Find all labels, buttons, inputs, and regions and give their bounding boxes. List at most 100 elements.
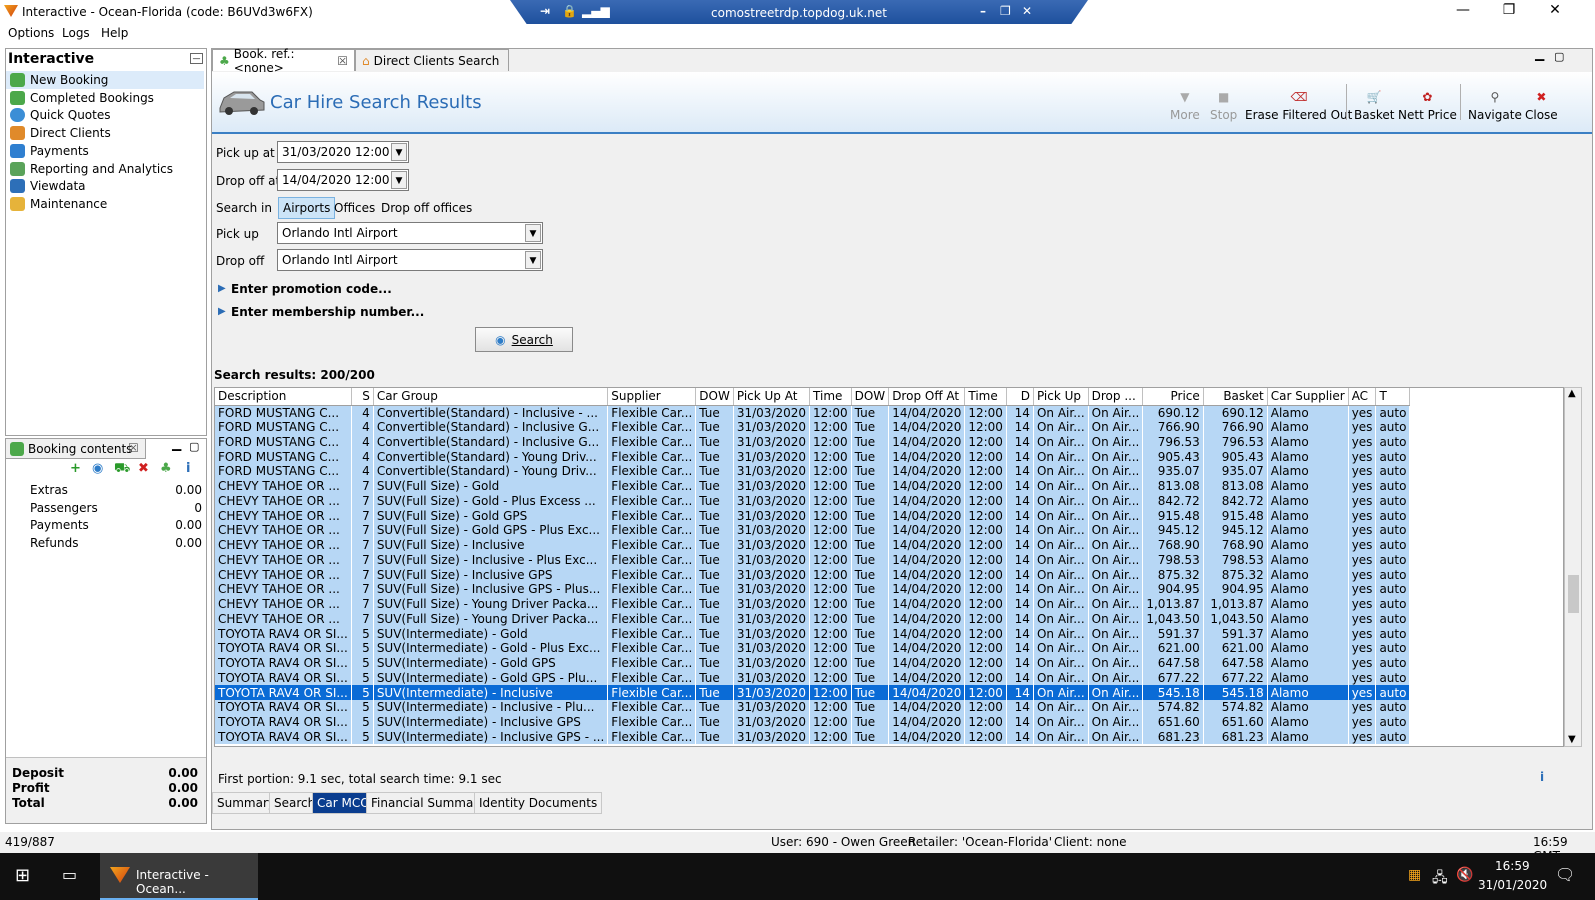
close-tab-icon[interactable]: ☒ — [128, 441, 139, 455]
nav-direct-clients[interactable]: Direct Clients — [10, 124, 111, 141]
globe-icon[interactable]: ◉ — [92, 461, 103, 476]
more-button[interactable]: ▼ More — [1170, 90, 1200, 122]
table-row[interactable]: CHEVY TAHOE OR ... 7 SUV(Full Size) - Incl… — [215, 582, 1411, 597]
table-row[interactable]: TOYOTA RAV4 OR SI... 5 SUV(Intermediate) -… — [215, 641, 1411, 656]
column-header[interactable]: Price — [1142, 388, 1204, 406]
rdp-close-icon[interactable]: ✕ — [1022, 4, 1032, 18]
table-row[interactable]: FORD MUSTANG C... 4 Convertible(Standard) … — [215, 464, 1411, 479]
minimize-icon[interactable]: — — [1440, 2, 1486, 18]
table-row[interactable]: CHEVY TAHOE OR ... 7 SUV(Full Size) - Youn… — [215, 596, 1411, 612]
column-header[interactable]: Description — [215, 388, 352, 406]
column-header[interactable]: Drop Off At — [888, 388, 966, 406]
rdp-restore-icon[interactable]: ❐ — [1000, 4, 1011, 18]
column-header[interactable]: AC — [1348, 388, 1377, 406]
table-row[interactable]: FORD MUSTANG C... 4 Convertible(Standard) … — [215, 419, 1411, 435]
dropoff-location-select[interactable]: Orlando Intl Airport ▼ — [277, 249, 543, 271]
close-tab-icon[interactable]: ☒ — [337, 54, 348, 68]
palm-tree-icon[interactable]: ♣ — [160, 461, 172, 476]
table-row[interactable]: CHEVY TAHOE OR ... 7 SUV(Full Size) - Youn… — [215, 611, 1411, 627]
table-row[interactable]: CHEVY TAHOE OR ... 7 SUV(Full Size) - Incl… — [215, 537, 1411, 553]
maximize-panel-icon[interactable]: ▢ — [189, 440, 199, 453]
chevron-down-icon[interactable]: ▼ — [391, 171, 407, 189]
column-header[interactable]: Pick Up At — [733, 388, 811, 406]
promotion-code-link[interactable]: Enter promotion code... — [231, 282, 392, 296]
nav-viewdata[interactable]: Viewdata — [10, 177, 86, 194]
info-icon[interactable]: i — [1540, 770, 1544, 784]
table-row[interactable]: TOYOTA RAV4 OR SI... 5 SUV(Intermediate) -… — [215, 626, 1411, 641]
windows-start-icon[interactable]: ⊞ — [15, 865, 30, 886]
maximize-icon[interactable]: ❐ — [1486, 2, 1532, 18]
tab-direct-clients-search[interactable]: ⌂ Direct Clients Search — [355, 49, 509, 71]
info-icon[interactable]: i — [186, 461, 190, 476]
chevron-down-icon[interactable]: ▼ — [525, 224, 541, 242]
nav-maintenance[interactable]: Maintenance — [10, 195, 107, 212]
column-header[interactable]: Pick Up — [1033, 388, 1089, 406]
chevron-down-icon[interactable]: ▼ — [525, 251, 541, 269]
column-header[interactable]: Time — [964, 388, 1007, 406]
chevron-down-icon[interactable]: ▼ — [391, 143, 407, 161]
membership-number-link[interactable]: Enter membership number... — [231, 305, 424, 319]
table-row[interactable]: TOYOTA RAV4 OR SI... 5 SUV(Intermediate) -… — [215, 670, 1411, 686]
bottom-tab[interactable]: Financial Summary — [366, 792, 491, 814]
menu-logs[interactable]: Logs — [62, 26, 90, 40]
column-header[interactable]: DOW — [695, 388, 734, 406]
tray-app-icon[interactable]: ▦ — [1408, 867, 1421, 883]
column-header[interactable]: T — [1375, 388, 1411, 406]
menu-help[interactable]: Help — [101, 26, 128, 40]
booking-tab[interactable]: Booking contents ☒ — [6, 439, 146, 459]
column-header[interactable]: Basket — [1203, 388, 1268, 406]
erase-filtered-out-button[interactable]: ⌫ Erase Filtered Out — [1245, 90, 1352, 122]
collapse-icon[interactable]: — — [190, 53, 203, 64]
vertical-scrollbar[interactable]: ▲ ▼ — [1564, 387, 1582, 747]
search-in-dropoff-offices[interactable]: Drop off offices — [381, 201, 472, 215]
column-header[interactable]: Time — [809, 388, 852, 406]
search-in-offices[interactable]: Offices — [334, 201, 375, 215]
scroll-up-icon[interactable]: ▲ — [1568, 388, 1576, 399]
task-view-icon[interactable]: ▭ — [62, 865, 77, 884]
column-header[interactable]: Drop ... — [1088, 388, 1144, 406]
scroll-down-icon[interactable]: ▼ — [1568, 734, 1576, 745]
close-button[interactable]: ✖ Close — [1525, 90, 1558, 122]
column-header[interactable]: D — [1006, 388, 1034, 406]
pickup-location-select[interactable]: Orlando Intl Airport ▼ — [277, 222, 543, 244]
column-header[interactable]: DOW — [851, 388, 890, 406]
expand-promo-icon[interactable]: ▶ — [218, 283, 226, 294]
nav-completed-bookings[interactable]: Completed Bookings — [10, 89, 154, 106]
taskbar-app-button[interactable]: Interactive - Ocean... — [100, 853, 258, 900]
navigate-button[interactable]: ⚲ Navigate — [1468, 90, 1522, 122]
table-row[interactable]: CHEVY TAHOE OR ... 7 SUV(Full Size) - Gold… — [215, 508, 1411, 523]
table-row[interactable]: TOYOTA RAV4 OR SI... 5 SUV(Intermediate) -… — [215, 700, 1411, 715]
notification-icon[interactable]: 🗨 — [1555, 865, 1575, 884]
rdp-minimize-icon[interactable]: – — [980, 4, 986, 18]
scroll-thumb[interactable] — [1568, 575, 1579, 613]
nav-quick-quotes[interactable]: Quick Quotes — [10, 106, 110, 123]
table-row[interactable]: TOYOTA RAV4 OR SI... 5 SUV(Intermediate) -… — [215, 729, 1411, 745]
nett-price-button[interactable]: ✿ Nett Price — [1398, 90, 1457, 122]
column-header[interactable]: Car Supplier — [1267, 388, 1349, 406]
search-button[interactable]: ◉ Search — [475, 327, 573, 352]
column-header[interactable]: S — [351, 388, 374, 406]
close-window-icon[interactable]: ✕ — [1532, 2, 1578, 18]
expand-membership-icon[interactable]: ▶ — [218, 306, 226, 317]
table-row[interactable]: CHEVY TAHOE OR ... 7 SUV(Full Size) - Incl… — [215, 567, 1411, 582]
basket-button[interactable]: 🛒 Basket — [1354, 90, 1394, 122]
maximize-pane-icon[interactable]: ▢ — [1554, 50, 1564, 63]
search-in-airports[interactable]: Airports — [278, 197, 336, 219]
stop-button[interactable]: ■ Stop — [1210, 90, 1237, 122]
nav-reporting[interactable]: Reporting and Analytics — [10, 160, 173, 177]
volume-muted-icon[interactable]: 🔇 — [1456, 867, 1473, 883]
minimize-panel-icon[interactable]: ▁ — [172, 437, 181, 451]
table-row[interactable]: CHEVY TAHOE OR ... 7 SUV(Full Size) - Gold… — [215, 493, 1411, 509]
menu-options[interactable]: Options — [8, 26, 54, 40]
basket-icon[interactable]: ⛟ — [114, 461, 130, 478]
dropoff-at-field[interactable]: 14/04/2020 12:00 ▼ — [277, 169, 409, 191]
table-row[interactable]: FORD MUSTANG C... 4 Convertible(Standard) … — [215, 449, 1411, 464]
table-row[interactable]: TOYOTA RAV4 OR SI... 5 SUV(Intermediate) -… — [215, 714, 1411, 730]
tab-booking-ref[interactable]: ♣ Book. ref.: <none> ☒ — [212, 47, 355, 75]
table-row[interactable]: FORD MUSTANG C... 4 Convertible(Standard) … — [215, 405, 1411, 420]
table-row[interactable]: TOYOTA RAV4 OR SI... 5 SUV(Intermediate) -… — [215, 685, 1411, 700]
nav-new-booking[interactable]: New Booking — [10, 71, 108, 88]
add-icon[interactable]: + — [70, 461, 81, 476]
network-icon[interactable]: 🖧 — [1432, 867, 1448, 891]
pickup-at-field[interactable]: 31/03/2020 12:00 ▼ — [277, 141, 409, 163]
